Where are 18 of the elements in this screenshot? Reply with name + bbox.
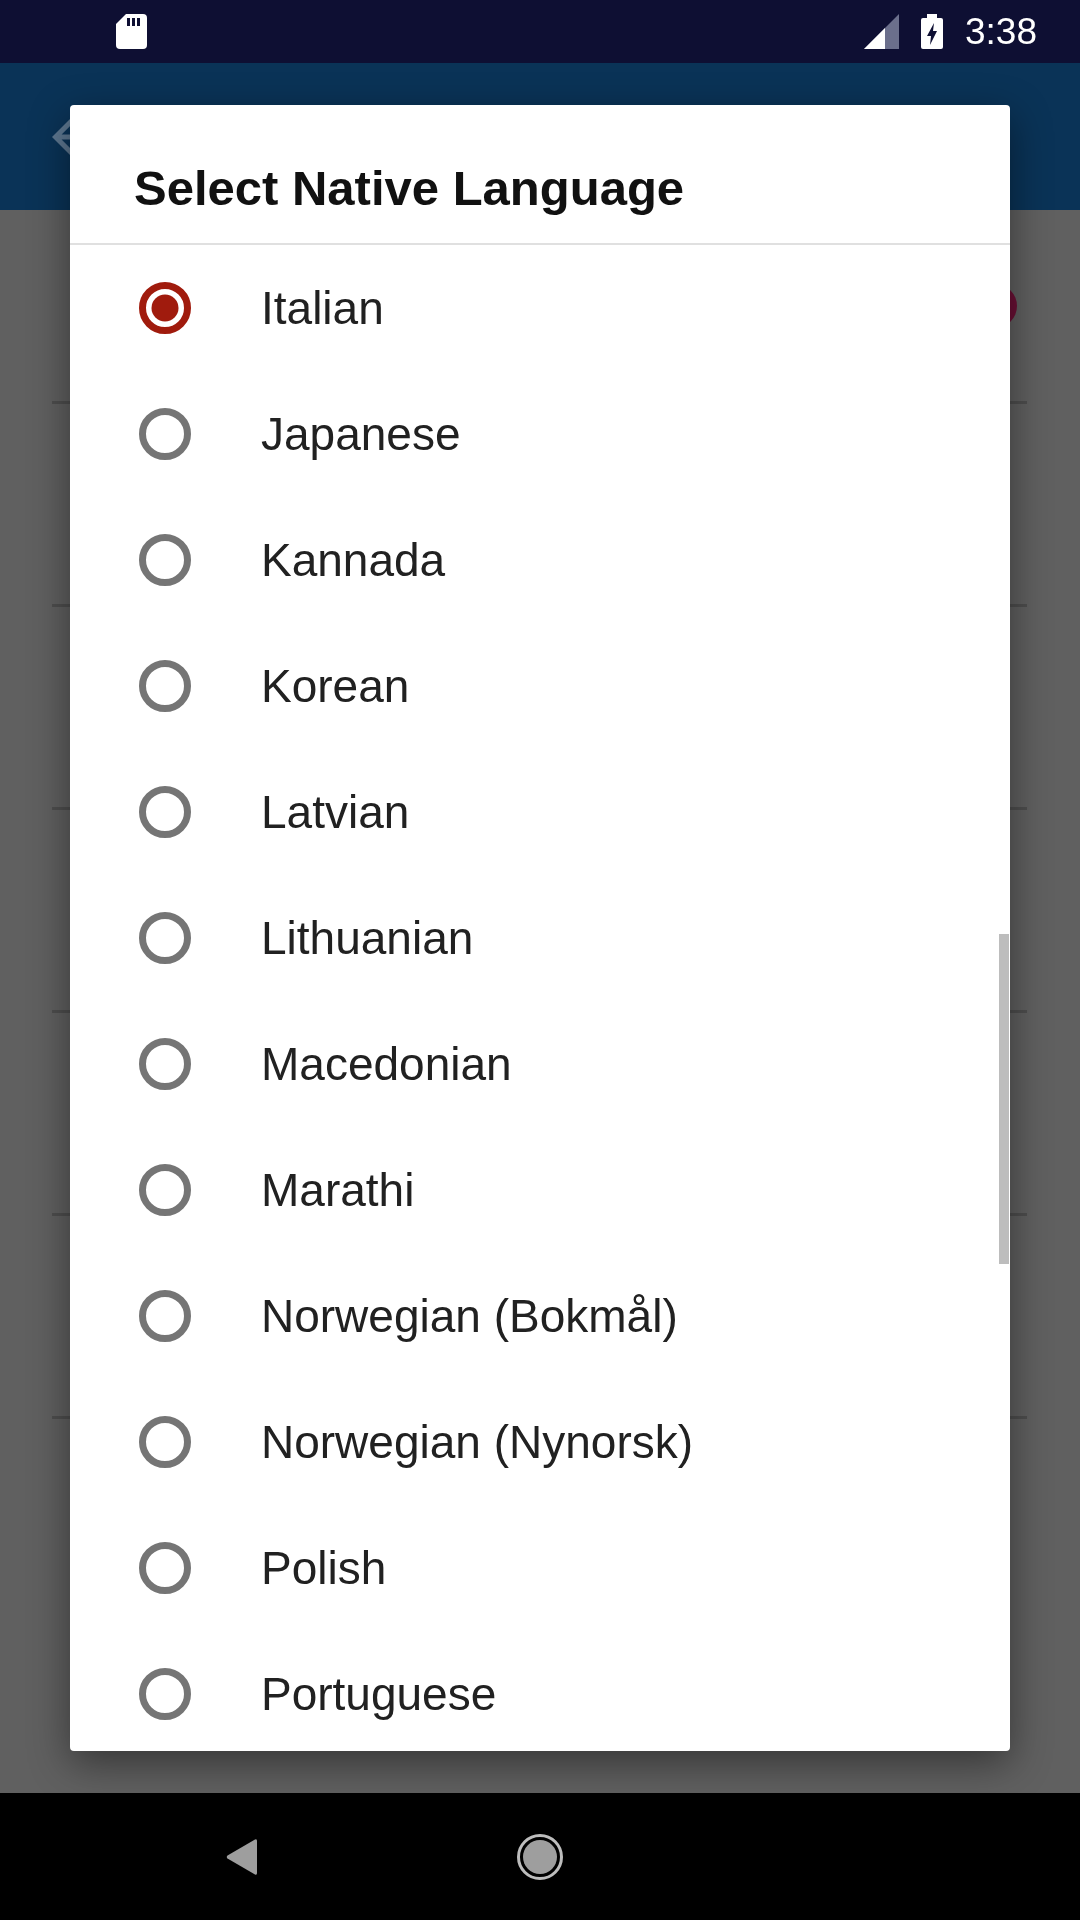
back-icon[interactable] xyxy=(226,1838,257,1875)
language-option[interactable]: Lithuanian xyxy=(70,875,1010,1001)
language-option[interactable]: Portuguese xyxy=(70,1631,1010,1751)
language-option[interactable]: Norwegian (Bokmål) xyxy=(70,1253,1010,1379)
signal-icon xyxy=(864,14,899,49)
language-option[interactable]: Latvian xyxy=(70,749,1010,875)
language-option[interactable]: Japanese xyxy=(70,371,1010,497)
language-option[interactable]: Marathi xyxy=(70,1127,1010,1253)
language-option[interactable]: Macedonian xyxy=(70,1001,1010,1127)
dialog-title: Select Native Language xyxy=(134,160,685,216)
language-option[interactable]: Polish xyxy=(70,1505,1010,1631)
battery-charging-icon xyxy=(921,14,943,49)
language-option[interactable]: Kannada xyxy=(70,497,1010,623)
status-time: 3:38 xyxy=(965,13,1037,50)
language-option[interactable]: Korean xyxy=(70,623,1010,749)
home-icon[interactable] xyxy=(517,1833,563,1880)
sd-card-icon xyxy=(116,14,147,49)
language-option[interactable]: Norwegian (Nynorsk) xyxy=(70,1379,1010,1505)
